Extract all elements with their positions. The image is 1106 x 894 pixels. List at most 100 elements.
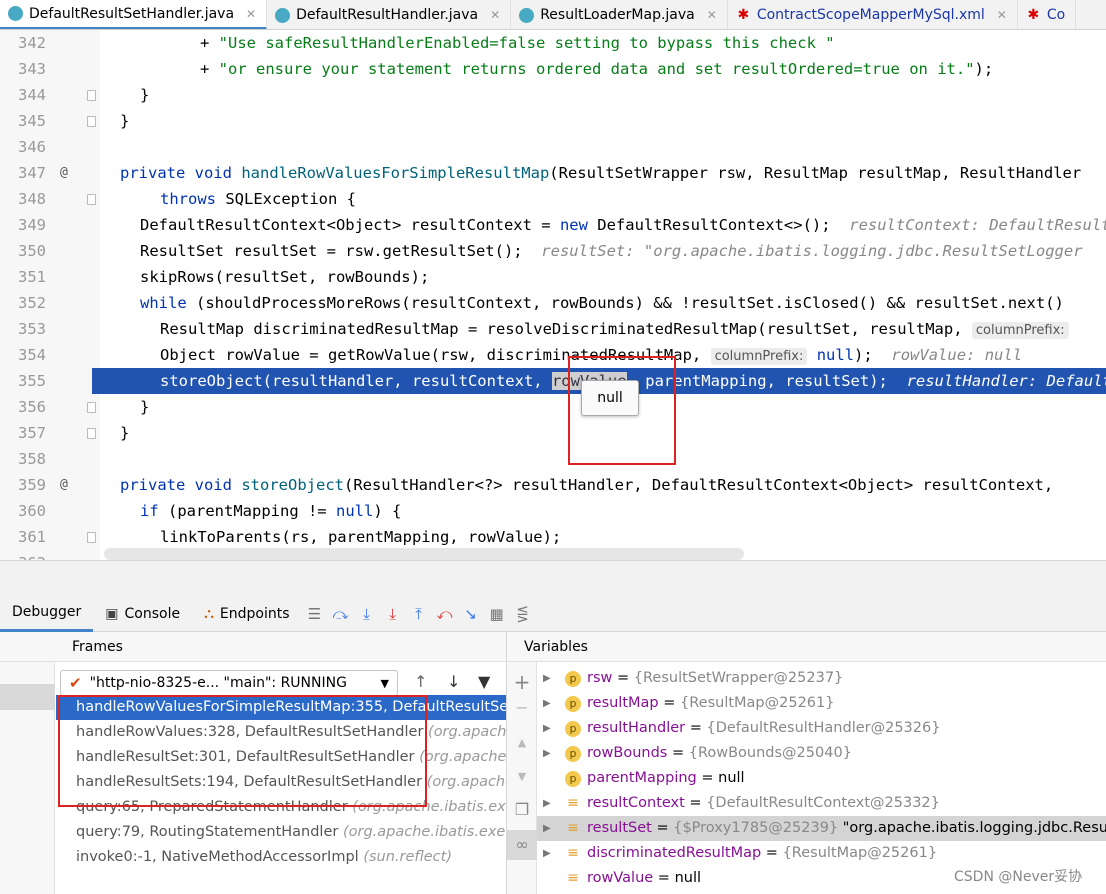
close-icon[interactable]: ✕ — [997, 8, 1007, 22]
variable-row[interactable]: ▶ p resultMap = {ResultMap@25261} — [537, 691, 1106, 716]
step-over-icon[interactable]: ⤓ — [354, 605, 380, 623]
code-token: private void — [120, 476, 242, 494]
code-token: } — [120, 424, 130, 442]
line-number: 344 — [18, 86, 46, 104]
editor-tab-label: DefaultResultSetHandler.java — [29, 5, 235, 22]
close-icon[interactable]: ✕ — [246, 7, 256, 21]
chevron-right-icon[interactable]: ▶ — [543, 666, 551, 691]
variables-panel-title: Variables — [507, 632, 1106, 662]
variable-row[interactable]: ▶ ≡ discriminatedResultMap = {ResultMap@25… — [537, 841, 1106, 866]
variable-row[interactable]: ▶ p rowBounds = {RowBounds@25040} — [537, 741, 1106, 766]
filter-icon[interactable]: ▼ — [478, 672, 490, 691]
chevron-right-icon[interactable]: ▶ — [543, 691, 551, 716]
editor-horizontal-scrollbar[interactable] — [104, 548, 744, 560]
stack-frame-row[interactable]: query:79, RoutingStatementHandler (org.a… — [56, 820, 506, 845]
code-text: + "Use safeResultHandlerEnabled=false se… — [200, 30, 835, 56]
line-number: 359 — [18, 476, 46, 494]
code-token: storeObject(resultHandler, resultContext… — [160, 372, 552, 390]
code-line: 358 — [0, 446, 1106, 472]
variable-row[interactable]: ▶ p rsw = {ResultSetWrapper@25237} — [537, 666, 1106, 691]
frame-method: invoke0:-1, NativeMethodAccessorImpl — [76, 849, 364, 865]
arrow-down-icon[interactable]: ↓ — [447, 672, 460, 691]
chevron-right-icon[interactable]: ▶ — [543, 791, 551, 816]
frame-package: (sun.reflect) — [363, 849, 452, 865]
code-editor[interactable]: 342 + "Use safeResultHandlerEnabled=false… — [0, 30, 1106, 560]
editor-tab[interactable]: DefaultResultHandler.java ✕ — [267, 0, 512, 29]
show-execution-point-icon[interactable]: ⤼ — [328, 605, 354, 623]
run-to-cursor-icon[interactable]: ▦ — [484, 605, 510, 623]
code-line: 346 — [0, 134, 1106, 160]
watches-toggle-icon[interactable]: ∞ — [507, 830, 537, 860]
stack-frame-row[interactable]: handleResultSets:194, DefaultResultSetHa… — [56, 770, 506, 795]
chevron-right-icon[interactable]: ▶ — [543, 841, 551, 866]
override-marker-icon[interactable]: @ — [60, 160, 68, 186]
code-token: Object rowValue = getRowValue(rsw, discr… — [160, 346, 711, 364]
variable-row[interactable]: p parentMapping = null — [537, 766, 1106, 791]
step-out-icon[interactable]: ⤺ — [432, 605, 458, 623]
breakpoint-gutter[interactable] — [0, 368, 100, 394]
editor-tab[interactable]: DefaultResultSetHandler.java ✕ — [0, 0, 268, 29]
stack-frame-row[interactable]: handleRowValues:328, DefaultResultSetHan… — [56, 720, 506, 745]
editor-tab[interactable]: ✱ ContractScopeMapperMySql.xml ✕ — [728, 0, 1018, 29]
code-token: ResultMap discriminatedResultMap = resol… — [160, 320, 972, 338]
debugger-tab[interactable]: ⛬ Endpoints — [192, 596, 301, 632]
move-down-icon[interactable]: ▼ — [507, 770, 537, 783]
code-line: 351 skipRows(resultSet, rowBounds); — [0, 264, 1106, 290]
code-token: ); — [854, 346, 892, 364]
frame-package: (org.apache.ibatis.executor.resultset) — [426, 774, 506, 790]
copy-icon[interactable]: ❐ — [507, 800, 537, 819]
evaluate-icon[interactable]: ⋚ — [510, 605, 536, 623]
editor-tab[interactable]: ✱ Co — [1018, 0, 1077, 29]
chevron-right-icon[interactable]: ▶ — [543, 741, 551, 766]
variable-row[interactable]: ▶ ≡ resultContext = {DefaultResultContext@… — [537, 791, 1106, 816]
frames-panel-title: Frames — [0, 632, 506, 662]
variable-value: {RowBounds@25040} — [688, 745, 852, 761]
fold-marker-icon[interactable] — [87, 194, 96, 205]
code-line: 360 if (parentMapping != null) { — [0, 498, 1106, 524]
move-up-icon[interactable]: ▲ — [507, 736, 537, 749]
remove-watch-icon[interactable]: − — [507, 698, 537, 717]
line-number: 351 — [18, 268, 46, 286]
editor-tabs: DefaultResultSetHandler.java ✕ DefaultResu… — [0, 0, 1106, 30]
fold-marker-icon[interactable] — [87, 116, 96, 127]
drop-frame-icon[interactable]: ↘ — [458, 605, 484, 623]
inline-value-hint: resultHandler: DefaultResultHandler — [906, 372, 1106, 390]
debugger-tab[interactable]: Debugger — [0, 596, 94, 632]
add-watch-icon[interactable]: + — [507, 670, 537, 694]
close-icon[interactable]: ✕ — [707, 8, 717, 22]
code-line: 348 throws SQLException { — [0, 186, 1106, 212]
fold-marker-icon[interactable] — [87, 428, 96, 439]
chevron-right-icon[interactable]: ▶ — [543, 716, 551, 741]
code-token: } — [120, 112, 130, 130]
thread-selector[interactable]: ✔ "http-nio-8325-e... "main": RUNNING ▼ — [60, 670, 398, 696]
variable-name: resultHandler — [587, 720, 686, 736]
close-icon[interactable]: ✕ — [490, 8, 500, 22]
stack-frame-row[interactable]: invoke0:-1, NativeMethodAccessorImpl (su… — [56, 845, 506, 870]
stack-frame-row[interactable]: query:65, PreparedStatementHandler (org.… — [56, 795, 506, 820]
debugger-tab[interactable]: ▣ Console — [93, 596, 192, 632]
variable-name: rowBounds — [587, 745, 668, 761]
code-line: 347 @ private void handleRowValuesForSimpl… — [0, 160, 1106, 186]
code-token: "or ensure your statement returns ordere… — [218, 60, 975, 78]
stack-frame-row[interactable]: handleResultSet:301, DefaultResultSetHan… — [56, 745, 506, 770]
force-step-into-icon[interactable]: ⤒ — [406, 605, 432, 623]
menu-icon[interactable]: ☰ — [302, 605, 328, 623]
override-marker-icon[interactable]: @ — [60, 472, 68, 498]
code-token: SQLException { — [225, 190, 356, 208]
selection-start — [92, 368, 100, 394]
code-text: ResultSet resultSet = rsw.getResultSet()… — [140, 238, 1083, 264]
fold-marker-icon[interactable] — [87, 402, 96, 413]
arrow-up-icon[interactable]: ↑ — [414, 672, 427, 691]
code-line: 357} — [0, 420, 1106, 446]
code-text: ResultMap discriminatedResultMap = resol… — [160, 316, 1069, 344]
fold-marker-icon[interactable] — [87, 532, 96, 543]
stack-frame-row[interactable]: handleRowValuesForSimpleResultMap:355, D… — [56, 695, 506, 720]
step-into-icon[interactable]: ⤓ — [380, 605, 406, 623]
variable-row[interactable]: ▶ ≡ resultSet = {$Proxy1785@25239} "org.ap… — [537, 816, 1106, 841]
chevron-right-icon[interactable]: ▶ — [543, 816, 551, 841]
field-icon: ≡ — [567, 870, 579, 886]
fold-marker-icon[interactable] — [87, 90, 96, 101]
variable-row[interactable]: ▶ p resultHandler = {DefaultResultHandler@… — [537, 716, 1106, 741]
editor-tab[interactable]: ResultLoaderMap.java ✕ — [511, 0, 728, 29]
line-number: 360 — [18, 502, 46, 520]
